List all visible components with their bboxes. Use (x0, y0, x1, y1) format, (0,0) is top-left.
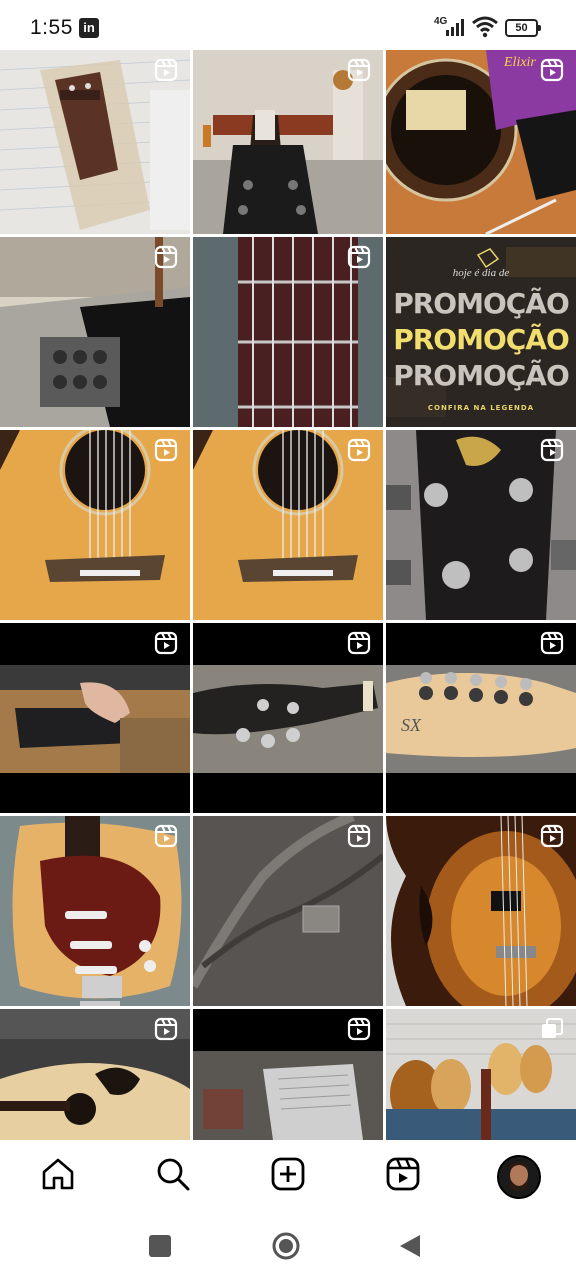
reel-icon (347, 631, 371, 655)
tile-ibanez-tuners[interactable] (0, 237, 190, 427)
home-button[interactable] (38, 1154, 78, 1194)
reel-icon (154, 245, 178, 269)
avatar-image (499, 1157, 539, 1197)
tile-workbench-papers[interactable] (193, 1009, 383, 1140)
tile-acoustic-soundhole-1[interactable] (0, 430, 190, 620)
reel-icon (154, 631, 178, 655)
tile-stratocaster-body[interactable] (0, 816, 190, 1006)
system-navigation-bar (0, 1212, 576, 1280)
reel-icon (347, 438, 371, 462)
tile-bridge-repair[interactable] (0, 50, 190, 234)
promotion-footer: CONFIRA NA LEGENDA (427, 404, 535, 412)
search-button[interactable] (153, 1154, 193, 1194)
bottom-navigation (0, 1140, 576, 1212)
reel-icon (154, 1017, 178, 1041)
home-icon (42, 1158, 74, 1190)
profile-avatar-button[interactable] (497, 1155, 541, 1199)
status-bar: 1:55 in 4G 50 (0, 0, 576, 50)
tile-fretboard[interactable] (193, 237, 383, 427)
linkedin-notification-icon: in (79, 18, 99, 38)
reels-grid: Elixir hoje é dia de PROMOÇÃO PROMOÇÃO P… (0, 50, 576, 1140)
reels-button[interactable] (383, 1154, 423, 1194)
reel-icon (540, 58, 564, 82)
reel-icon (154, 824, 178, 848)
create-button[interactable] (268, 1154, 308, 1194)
promotion-line-3: PROMOÇÃO (393, 359, 570, 392)
tile-promotion[interactable]: hoje é dia de PROMOÇÃO PROMOÇÃO PROMOÇÃO… (386, 237, 576, 427)
back-button[interactable] (396, 1232, 424, 1260)
tile-acoustic-soundhole-2[interactable] (193, 430, 383, 620)
tile-sx-headstock[interactable]: SX (386, 623, 576, 813)
promotion-line-1: PROMOÇÃO (393, 287, 570, 320)
tile-guitar-store-wall[interactable] (386, 1009, 576, 1140)
reels-icon (386, 1157, 420, 1191)
recents-button[interactable] (146, 1232, 174, 1260)
promotion-line-2: PROMOÇÃO (393, 323, 570, 356)
reel-icon (347, 824, 371, 848)
tile-acoustic-workshop[interactable] (0, 1009, 190, 1140)
signal-icon (446, 19, 464, 36)
reel-icon (540, 824, 564, 848)
reel-icon (154, 438, 178, 462)
tile-fender-case-logo[interactable] (193, 816, 383, 1006)
reel-icon (347, 1017, 371, 1041)
search-icon (157, 1158, 190, 1191)
tile-elixir-strings[interactable]: Elixir (386, 50, 576, 234)
promotion-script: hoje é dia de (452, 267, 510, 279)
status-time: 1:55 (30, 16, 73, 39)
battery-icon: 50 (505, 19, 541, 37)
tile-epiphone-headstock[interactable] (193, 623, 383, 813)
tile-archtop-sunburst[interactable] (386, 816, 576, 1006)
reel-icon (540, 438, 564, 462)
tile-guitar-neck-headstock[interactable] (193, 50, 383, 234)
battery-level: 50 (515, 22, 528, 34)
svg-text:SX: SX (401, 715, 422, 735)
tile-fender-headstock-repair[interactable] (0, 623, 190, 813)
plus-square-icon (271, 1157, 305, 1191)
home-system-button[interactable] (272, 1232, 300, 1260)
wifi-icon (472, 16, 498, 38)
svg-text:Elixir: Elixir (503, 55, 536, 70)
reel-icon (540, 631, 564, 655)
reel-icon (347, 58, 371, 82)
reel-icon (154, 58, 178, 82)
carousel-icon (542, 1018, 563, 1038)
tile-headstock-tuners[interactable] (386, 430, 576, 620)
reel-icon (347, 245, 371, 269)
